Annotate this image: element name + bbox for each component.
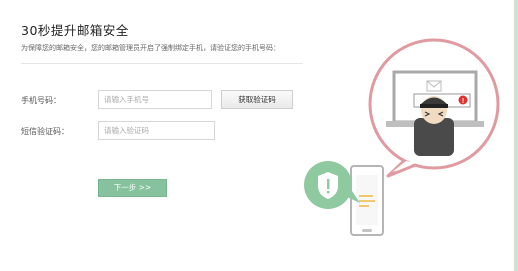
right-border [514, 0, 518, 271]
svg-text:!: ! [462, 98, 464, 105]
security-illustration: ! [304, 38, 500, 236]
security-upgrade-page: 30秒提升邮箱安全 为保障您的邮箱安全，您的邮箱管理员开启了强制绑定手机，请验证… [0, 0, 518, 271]
person-icon [414, 96, 454, 156]
envelope-icon [426, 80, 442, 92]
